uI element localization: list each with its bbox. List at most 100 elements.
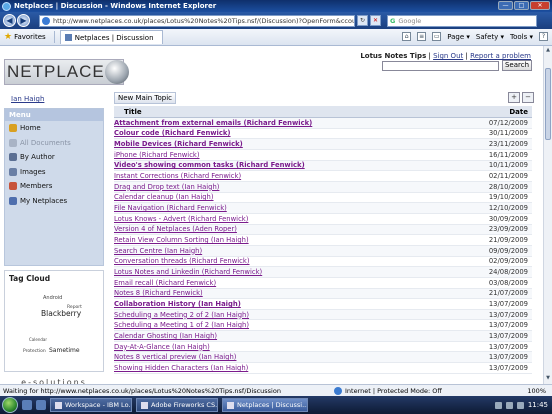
page-menu[interactable]: Page ▾ (447, 33, 470, 41)
maximize-button[interactable]: □ (514, 1, 529, 10)
topic-link[interactable]: Notes 8 (Richard Fenwick) (114, 289, 203, 297)
table-row[interactable]: Scheduling a Meeting 2 of 2 (Ian Haigh) 1… (114, 309, 532, 321)
tag-link[interactable]: Android (43, 295, 62, 301)
sidebar-item-my-netplaces[interactable]: My Netplaces (5, 194, 103, 209)
tag-link[interactable]: Sametime (49, 347, 80, 354)
address-url[interactable]: http://www.netplaces.co.uk/places/Lotus%… (53, 17, 354, 25)
zoom-level[interactable]: 100% (527, 387, 546, 395)
minimize-button[interactable]: — (498, 1, 513, 10)
tools-menu[interactable]: Tools ▾ (510, 33, 533, 41)
tray-icon[interactable] (516, 401, 524, 409)
quick-launch-icon[interactable] (36, 400, 46, 410)
tag-link[interactable]: Calendar (29, 337, 47, 342)
taskbar-item[interactable]: Adobe Fireworks CS... (136, 398, 218, 412)
table-row[interactable]: Collaboration History (Ian Haigh) 13/07/2… (114, 299, 532, 310)
table-row[interactable]: Attachment from external emails (Richard… (114, 118, 532, 129)
new-main-topic-button[interactable]: New Main Topic (114, 92, 177, 104)
safety-menu[interactable]: Safety ▾ (476, 33, 504, 41)
table-row[interactable]: Calendar cleanup (Ian Haigh) 19/10/2009 (114, 193, 532, 204)
feeds-icon[interactable]: ≡ (417, 32, 427, 41)
quick-launch-icon[interactable] (22, 400, 32, 410)
topic-link[interactable]: Notes 8 vertical preview (Ian Haigh) (114, 353, 236, 361)
address-bar[interactable]: http://www.netplaces.co.uk/places/Lotus%… (39, 14, 355, 27)
table-row[interactable]: Lotus Notes and Linkedin (Richard Fenwic… (114, 267, 532, 278)
print-icon[interactable]: ▭ (432, 32, 442, 41)
table-row[interactable]: Showing Hidden Characters (Ian Haigh) 13/… (114, 363, 532, 374)
scroll-up-icon[interactable]: ▲ (545, 47, 551, 55)
topic-link[interactable]: Email recall (Richard Fenwick) (114, 279, 216, 287)
tag-link[interactable]: Blackberry (41, 309, 81, 318)
table-row[interactable]: Mobile Devices (Richard Fenwick) 23/11/20… (114, 139, 532, 150)
table-row[interactable]: Email recall (Richard Fenwick) 03/08/2009 (114, 278, 532, 289)
topic-link[interactable]: Collaboration History (Ian Haigh) (114, 300, 241, 308)
table-row[interactable]: Search Centre (Ian Haigh) 09/09/2009 (114, 245, 532, 257)
topic-link[interactable]: Version 4 of Netplaces (Aden Roper) (114, 225, 237, 233)
sidebar-item-home[interactable]: Home (5, 121, 103, 136)
tag-link[interactable]: Protection (23, 349, 46, 354)
forward-button[interactable]: ▶ (17, 14, 30, 27)
help-icon[interactable]: ? (539, 32, 548, 41)
security-zone[interactable]: Internet | Protected Mode: Off (334, 386, 442, 395)
table-row[interactable]: Calendar Ghosting (Ian Haigh) 13/07/2009 (114, 331, 532, 342)
table-row[interactable]: Lotus Knows - Advert (Richard Fenwick) 30… (114, 214, 532, 225)
taskbar-item[interactable]: Netplaces | Discussi... (222, 398, 308, 412)
table-row[interactable]: Day-At-A-Glance (Ian Haigh) 13/07/2009 (114, 342, 532, 353)
sign-out-link[interactable]: Sign Out (433, 52, 463, 60)
report-problem-link[interactable]: Report a problem (470, 52, 531, 60)
topic-link[interactable]: Scheduling a Meeting 2 of 2 (Ian Haigh) (114, 311, 249, 319)
topic-link[interactable]: Video's showing common tasks (Richard Fe… (114, 161, 305, 169)
table-row[interactable]: Instant Corrections (Richard Fenwick) 02/… (114, 171, 532, 182)
topic-link[interactable]: Mobile Devices (Richard Fenwick) (114, 140, 243, 148)
table-row[interactable]: iPhone (Richard Fenwick) 16/11/2009 (114, 150, 532, 161)
start-button[interactable] (2, 397, 18, 413)
browser-tab[interactable]: Netplaces | Discussion (59, 30, 163, 44)
topic-link[interactable]: iPhone (Richard Fenwick) (114, 151, 200, 159)
clock[interactable]: 11:45 (528, 401, 548, 409)
topic-link[interactable]: Colour code (Richard Fenwick) (114, 129, 231, 137)
favorites-star-icon[interactable]: ★ (4, 32, 12, 42)
topic-link[interactable]: Day-At-A-Glance (Ian Haigh) (114, 343, 210, 351)
topic-link[interactable]: Search Centre (Ian Haigh) (114, 247, 202, 255)
topic-link[interactable]: Calendar cleanup (Ian Haigh) (114, 193, 214, 201)
tray-icon[interactable] (494, 401, 502, 409)
table-row[interactable]: Conversation threads (Richard Fenwick) 02… (114, 257, 532, 268)
title-column-header[interactable]: Title (114, 108, 462, 116)
table-row[interactable]: Retain View Column Sorting (Ian Haigh) 21… (114, 235, 532, 246)
table-row[interactable]: Video's showing common tasks (Richard Fe… (114, 160, 532, 172)
topic-link[interactable]: Scheduling a Meeting 1 of 2 (Ian Haigh) (114, 321, 249, 329)
date-column-header[interactable]: Date (462, 108, 532, 116)
back-button[interactable]: ◀ (3, 14, 16, 27)
refresh-button[interactable]: ↻ (357, 15, 368, 26)
tag-link[interactable]: Report (67, 305, 82, 310)
topic-link[interactable]: Lotus Notes and Linkedin (Richard Fenwic… (114, 268, 262, 276)
sidebar-item-images[interactable]: Images (5, 165, 103, 180)
topic-link[interactable]: Instant Corrections (Richard Fenwick) (114, 172, 241, 180)
table-row[interactable]: Notes 8 vertical preview (Ian Haigh) 13/0… (114, 352, 532, 364)
topic-link[interactable]: Showing Hidden Characters (Ian Haigh) (114, 364, 248, 372)
table-row[interactable]: Drag and Drop text (Ian Haigh) 28/10/2009 (114, 181, 532, 193)
table-row[interactable]: Notes 8 (Richard Fenwick) 21/07/2009 (114, 288, 532, 300)
site-search-input[interactable] (382, 61, 499, 71)
topic-link[interactable]: Drag and Drop text (Ian Haigh) (114, 183, 219, 191)
browser-search-box[interactable]: G Google (387, 14, 537, 27)
user-name-link[interactable]: Ian Haigh (11, 95, 44, 103)
site-search-button[interactable]: Search (502, 60, 532, 71)
topic-link[interactable]: Conversation threads (Richard Fenwick) (114, 257, 250, 265)
favorites-button[interactable]: Favorites (14, 33, 46, 41)
topic-link[interactable]: Attachment from external emails (Richard… (114, 119, 312, 127)
tray-icon[interactable] (505, 401, 513, 409)
collapse-all-icon[interactable]: − (522, 92, 534, 103)
table-row[interactable]: Colour code (Richard Fenwick) 30/11/2009 (114, 129, 532, 140)
sidebar-item-all-documents[interactable]: All Documents (5, 136, 103, 151)
table-row[interactable]: File Navigation (Richard Fenwick) 12/10/2… (114, 203, 532, 214)
scrollbar-thumb[interactable] (545, 68, 551, 140)
sidebar-item-members[interactable]: Members (5, 179, 103, 194)
page-scrollbar[interactable]: ▲ ▼ (543, 46, 552, 384)
topic-link[interactable]: Lotus Knows - Advert (Richard Fenwick) (114, 215, 248, 223)
scroll-down-icon[interactable]: ▼ (545, 375, 551, 383)
expand-all-icon[interactable]: + (508, 92, 520, 103)
taskbar-item[interactable]: Workspace - IBM Lo... (50, 398, 132, 412)
home-icon[interactable]: ⌂ (402, 32, 412, 41)
table-row[interactable]: Scheduling a Meeting 1 of 2 (Ian Haigh) 1… (114, 320, 532, 332)
table-row[interactable]: Version 4 of Netplaces (Aden Roper) 23/09… (114, 224, 532, 236)
